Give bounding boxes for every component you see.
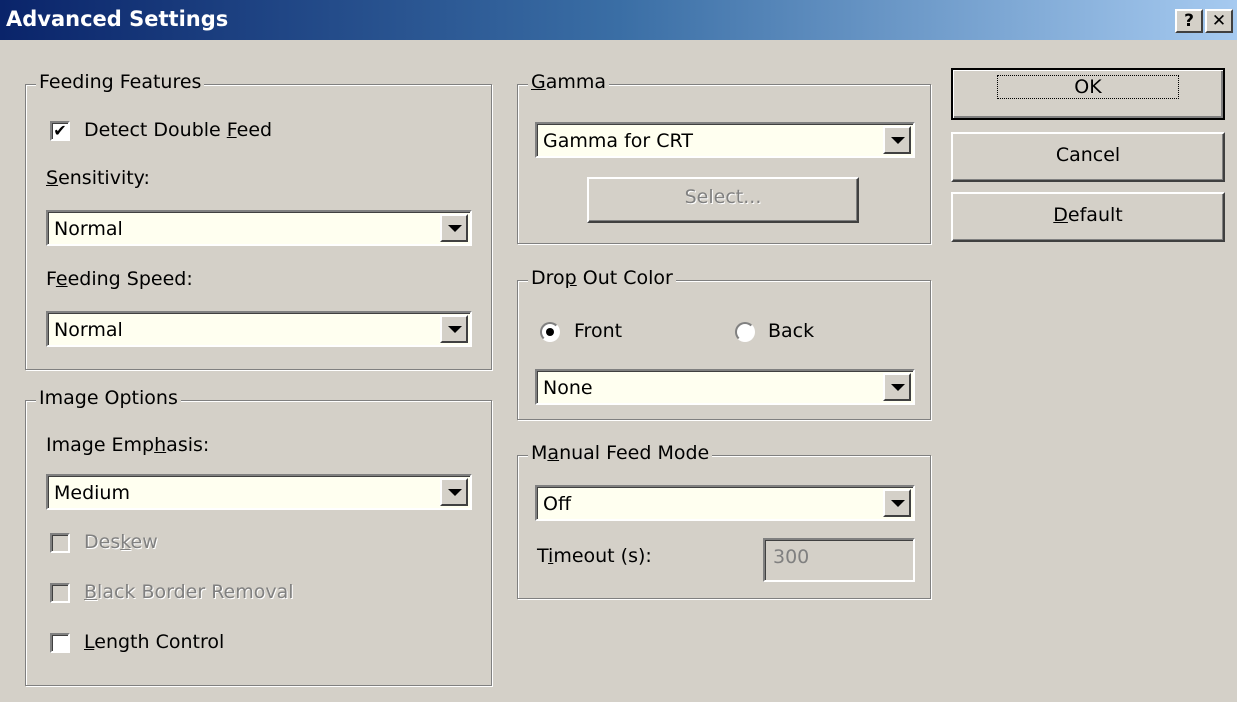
gamma-value: Gamma for CRT — [543, 130, 693, 152]
front-label[interactable]: Front — [574, 320, 622, 342]
deskew-label[interactable]: Deskew — [84, 531, 158, 553]
chevron-down-icon[interactable] — [440, 315, 468, 343]
title-bar: Advanced Settings ? ✕ — [0, 0, 1237, 40]
detect-double-feed-label[interactable]: Detect Double Feed — [84, 119, 272, 141]
help-button[interactable]: ? — [1175, 9, 1203, 33]
manual-feed-mode-select[interactable]: Off — [535, 485, 915, 521]
image-emphasis-label: Image Emphasis: — [46, 434, 210, 456]
deskew-checkbox[interactable] — [50, 533, 70, 553]
default-button-label: Default — [1053, 204, 1123, 226]
gamma-select-button-label: Select... — [684, 186, 762, 208]
feeding-features-legend: Feeding Features — [36, 71, 205, 93]
feeding-speed-label: Feeding Speed: — [46, 268, 193, 290]
chevron-down-icon[interactable] — [883, 126, 911, 154]
length-control-label[interactable]: Length Control — [84, 631, 224, 653]
sensitivity-value: Normal — [54, 218, 123, 240]
cancel-button-label: Cancel — [1055, 144, 1121, 166]
timeout-label: Timeout (s): — [537, 545, 652, 567]
feeding-speed-value: Normal — [54, 319, 123, 341]
detect-double-feed-checkbox[interactable]: ✔ — [50, 121, 70, 141]
manual-feed-mode-legend: Manual Feed Mode — [528, 442, 713, 464]
back-label[interactable]: Back — [768, 320, 814, 342]
drop-out-color-value: None — [543, 377, 593, 399]
feeding-speed-select[interactable]: Normal — [46, 311, 472, 347]
chevron-down-icon[interactable] — [440, 214, 468, 242]
default-button[interactable]: Default — [951, 192, 1225, 242]
black-border-removal-checkbox[interactable] — [50, 583, 70, 603]
manual-feed-mode-value: Off — [543, 493, 572, 515]
window-title: Advanced Settings — [6, 7, 229, 31]
ok-button-label: OK — [997, 75, 1179, 99]
image-emphasis-select[interactable]: Medium — [46, 474, 472, 510]
sensitivity-select[interactable]: Normal — [46, 210, 472, 246]
gamma-legend: Gamma — [528, 71, 610, 93]
close-button[interactable]: ✕ — [1205, 9, 1233, 33]
gamma-select[interactable]: Gamma for CRT — [535, 122, 915, 158]
image-options-legend: Image Options — [36, 387, 181, 409]
back-radio[interactable] — [735, 322, 755, 342]
drop-out-color-select[interactable]: None — [535, 369, 915, 405]
chevron-down-icon[interactable] — [440, 478, 468, 506]
black-border-removal-label[interactable]: Black Border Removal — [84, 581, 294, 603]
ok-button[interactable]: OK — [951, 68, 1225, 120]
front-radio[interactable] — [540, 322, 560, 342]
length-control-checkbox[interactable] — [50, 633, 70, 653]
gamma-select-button[interactable]: Select... — [587, 177, 859, 223]
sensitivity-label: Sensitivity: — [46, 167, 150, 189]
chevron-down-icon[interactable] — [883, 373, 911, 401]
cancel-button[interactable]: Cancel — [951, 132, 1225, 182]
chevron-down-icon[interactable] — [883, 489, 911, 517]
drop-out-color-legend: Drop Out Color — [528, 267, 676, 289]
timeout-input[interactable]: 300 — [763, 538, 915, 582]
image-emphasis-value: Medium — [54, 482, 130, 504]
